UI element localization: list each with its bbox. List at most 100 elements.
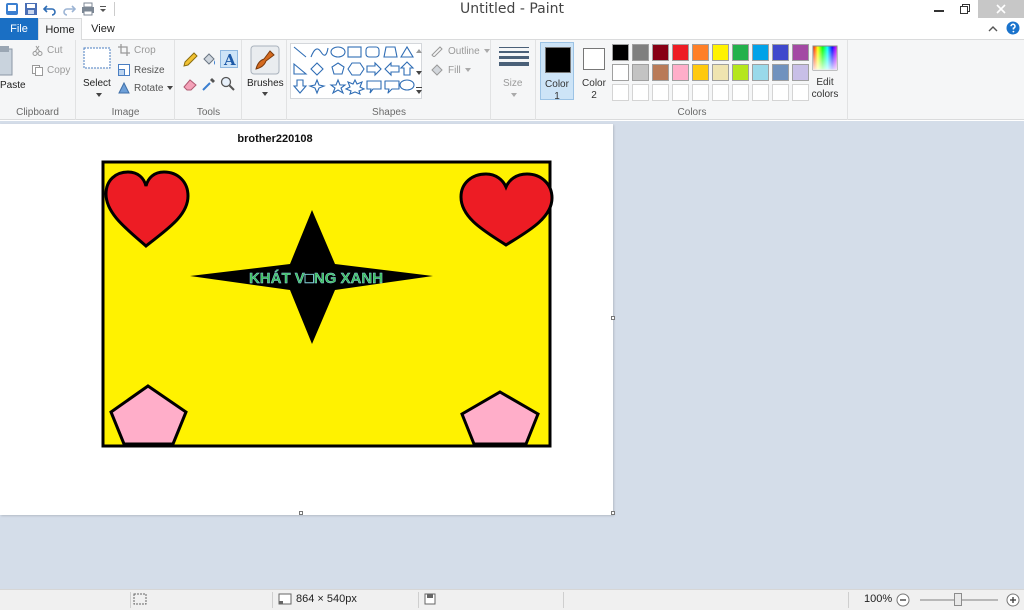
palette-swatch[interactable] [632,44,649,61]
color1-label-text: Color [545,79,569,90]
size-label: Size [503,78,523,89]
shapes-gallery-icons [292,45,415,95]
close-icon[interactable] [978,0,1024,18]
drawing-canvas[interactable]: brother220108 KHÁT V□NG XANH [0,124,613,515]
palette-swatch[interactable] [752,44,769,61]
fill-button[interactable]: Fill [430,64,471,76]
palette-swatch[interactable] [752,64,769,81]
custom-color-slot[interactable] [732,84,749,101]
canvas-size-indicator: 864 × 540px [278,593,357,605]
window-title: Untitled - Paint [460,1,564,17]
cut-label: Cut [47,45,63,56]
palette-swatch[interactable] [732,64,749,81]
palette-swatch[interactable] [672,64,689,81]
collapse-ribbon-icon[interactable] [988,24,998,36]
cut-button[interactable]: Cut [32,45,63,56]
pencil-icon[interactable] [182,52,198,68]
status-separator [272,592,273,608]
rotate-dropdown-icon [167,86,174,90]
selection-icon [133,593,147,605]
paste-button[interactable]: Paste [0,42,26,102]
restore-icon[interactable] [952,0,978,18]
shapes-gallery[interactable] [290,43,422,99]
shapes-scroll[interactable] [415,43,423,99]
color1-label: Color 1 [541,79,573,103]
eraser-icon[interactable] [182,76,198,92]
palette-swatch[interactable] [712,44,729,61]
fill-label: Fill [448,64,461,76]
zoom-out-button[interactable] [896,593,910,607]
crop-button[interactable]: Crop [118,44,156,56]
palette-swatch[interactable] [672,44,689,61]
tab-file[interactable]: File [0,18,38,40]
edit-colors-button[interactable]: Edit colors [805,43,845,101]
custom-color-slot[interactable] [612,84,629,101]
palette-swatch[interactable] [732,44,749,61]
palette-swatch[interactable] [612,64,629,81]
tab-view[interactable]: View [86,18,120,40]
magnifier-icon[interactable] [220,76,236,92]
palette-swatch[interactable] [772,64,789,81]
custom-color-slot[interactable] [752,84,769,101]
status-separator [418,592,419,608]
palette-swatch[interactable] [612,44,629,61]
status-separator [848,592,849,608]
resize-label: Resize [134,64,165,76]
minimize-icon[interactable] [926,0,952,18]
copy-button[interactable]: Copy [32,65,70,76]
palette-swatch[interactable] [712,64,729,81]
palette-swatch[interactable] [632,64,649,81]
custom-color-slot[interactable] [712,84,729,101]
size-dropdown-icon [511,93,517,97]
palette-swatch[interactable] [692,44,709,61]
color1-selector[interactable]: Color 1 [540,42,574,103]
brushes-button[interactable]: Brushes [245,42,285,100]
palette-swatch[interactable] [652,44,669,61]
zoom-level: 100% [864,593,892,605]
custom-color-slot[interactable] [652,84,669,101]
image-group: Select Crop Resize Rotate Image [77,40,175,120]
drawing-artwork: KHÁT V□NG XANH [101,160,554,448]
ribbon: Paste Cut Copy Clipboard Select Crop Res… [0,40,1024,120]
color-palette [612,44,809,101]
resize-handle-right[interactable] [611,316,615,320]
tools-group-label: Tools [196,107,221,118]
resize-handle-bottom[interactable] [299,511,303,515]
color1-swatch [545,47,571,73]
crop-label: Crop [134,44,156,56]
palette-swatch[interactable] [652,64,669,81]
select-dropdown-icon [96,93,102,97]
rotate-icon [118,82,130,94]
palette-swatch[interactable] [692,64,709,81]
paste-label: Paste [0,80,26,91]
custom-color-slot[interactable] [632,84,649,101]
select-button[interactable]: Select [80,43,114,101]
resize-handle-corner[interactable] [611,511,615,515]
custom-color-slot[interactable] [772,84,789,101]
tab-home[interactable]: Home [38,18,82,41]
size-button[interactable]: Size [496,43,532,101]
outline-button[interactable]: Outline [430,45,490,57]
window-controls [926,0,1024,18]
custom-color-slot[interactable] [692,84,709,101]
palette-swatch[interactable] [772,44,789,61]
help-icon[interactable] [1006,21,1020,38]
color-picker-icon[interactable] [201,76,217,92]
text-icon[interactable]: A [220,50,238,68]
zoom-slider-thumb[interactable] [954,593,962,606]
select-label: Select [83,78,111,89]
rotate-button[interactable]: Rotate [118,82,174,94]
color2-selector[interactable]: Color 2 [578,42,610,102]
brush-icon [250,45,280,75]
canvas-size-icon [278,593,292,605]
resize-button[interactable]: Resize [118,64,165,76]
custom-color-slot[interactable] [672,84,689,101]
crop-icon [118,44,130,56]
color2-label: Color 2 [578,78,610,102]
line-size-icon [499,47,529,66]
fill-bucket-icon[interactable] [201,52,217,68]
zoom-in-button[interactable] [1006,593,1020,607]
zoom-out-icon [896,593,910,607]
outline-label: Outline [448,45,480,57]
colors-group-label: Colors [677,107,707,118]
